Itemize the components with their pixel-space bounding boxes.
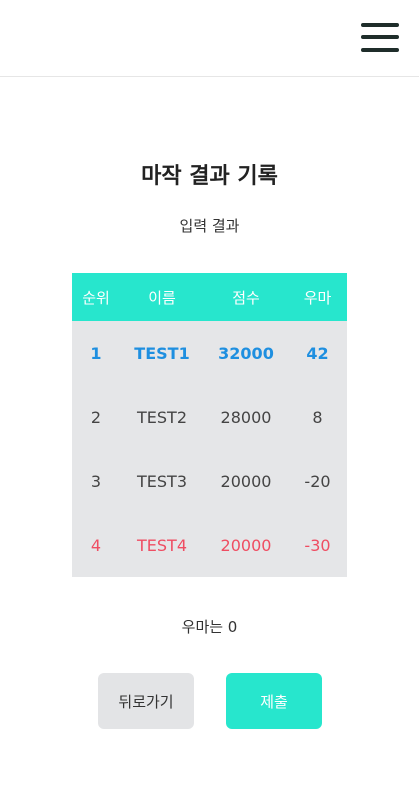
uma-cell: 8 [312, 407, 323, 427]
column-header-uma: 우마 [303, 288, 332, 307]
score-cell: 20000 [220, 471, 272, 491]
hamburger-menu-icon[interactable] [361, 21, 401, 55]
name-cell: TEST4 [137, 535, 187, 555]
name-cell: TEST1 [134, 343, 190, 363]
column-header-score: 점수 [232, 288, 260, 307]
uma-total-text: 우마는 0 [181, 618, 238, 636]
rank-cell: 4 [90, 535, 102, 555]
table-row: 4 TEST4 20000 -30 [72, 513, 347, 577]
submit-button[interactable]: 제출 [226, 673, 322, 729]
name-cell: TEST2 [137, 407, 187, 427]
column-header-rank: 순위 [82, 288, 110, 307]
results-table: 순위 이름 점수 우마 1 TEST1 32000 42 2 TEST2 280… [72, 273, 347, 577]
table-row: 3 TEST3 20000 -20 [72, 449, 347, 513]
page-title: 마작 결과 기록 [141, 164, 278, 189]
rank-cell: 3 [90, 471, 102, 491]
back-button[interactable]: 뒤로가기 [98, 673, 194, 729]
uma-cell: -20 [304, 471, 331, 491]
name-cell: TEST3 [137, 471, 187, 491]
uma-cell: 42 [306, 343, 329, 363]
table-row: 1 TEST1 32000 42 [72, 321, 347, 385]
menu-line [361, 23, 399, 27]
menu-line [361, 35, 399, 39]
score-cell: 32000 [218, 343, 274, 363]
table-body: 1 TEST1 32000 42 2 TEST2 28000 8 3 TEST3… [72, 321, 347, 577]
score-cell: 28000 [220, 407, 272, 427]
uma-cell: -30 [304, 535, 331, 555]
menu-line [361, 48, 399, 52]
column-header-name: 이름 [148, 288, 176, 307]
page-subtitle: 입력 결과 [179, 217, 240, 235]
table-header-row: 순위 이름 점수 우마 [72, 273, 347, 321]
rank-cell: 1 [90, 343, 102, 363]
score-cell: 20000 [220, 535, 272, 555]
rank-cell: 2 [90, 407, 102, 427]
app-header [0, 0, 419, 77]
table-row: 2 TEST2 28000 8 [72, 385, 347, 449]
